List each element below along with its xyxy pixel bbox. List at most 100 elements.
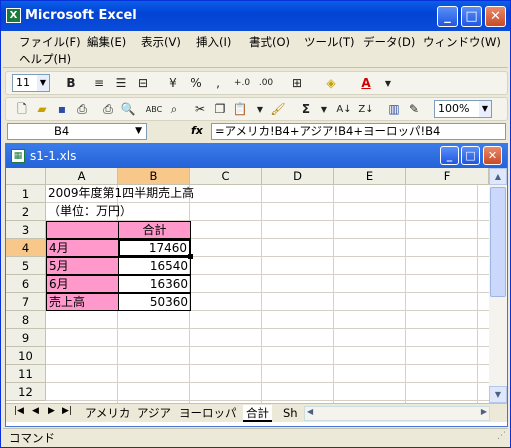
- formula-input[interactable]: =アメリカ!B4+アジア!B4+ヨーロッパ!B4: [211, 123, 506, 140]
- minimize-button[interactable]: _: [437, 6, 458, 27]
- row-header-5[interactable]: 5: [6, 257, 46, 275]
- maximize-button[interactable]: □: [461, 6, 482, 27]
- chart-wizard-icon[interactable]: ▥: [384, 100, 404, 119]
- cell-a1[interactable]: 2009年度第1四半期売上高: [46, 185, 306, 203]
- col-header-a[interactable]: A: [46, 168, 118, 185]
- drawing-icon[interactable]: ✎: [404, 100, 424, 119]
- menu-view[interactable]: 表示(V): [141, 34, 181, 50]
- col-header-e[interactable]: E: [334, 168, 406, 185]
- sheet-tab-sh[interactable]: Sh: [280, 405, 301, 422]
- menu-format[interactable]: 書式(O): [249, 34, 290, 50]
- row-header-8[interactable]: 8: [6, 311, 46, 329]
- row-header-1[interactable]: 1: [6, 185, 46, 203]
- row-header-7[interactable]: 7: [6, 293, 46, 311]
- cell-a6[interactable]: 6月: [46, 275, 119, 293]
- select-all-corner[interactable]: [6, 168, 46, 185]
- cell-a7[interactable]: 売上高: [46, 293, 119, 311]
- row-header-9[interactable]: 9: [6, 329, 46, 347]
- cell-b4[interactable]: 17460: [118, 239, 191, 257]
- close-button[interactable]: ✕: [485, 6, 506, 27]
- paste-dropdown-icon[interactable]: ▼: [250, 100, 270, 119]
- last-sheet-icon[interactable]: ▶|: [62, 406, 72, 416]
- scroll-down-icon[interactable]: ▼: [489, 386, 507, 403]
- row-header-10[interactable]: 10: [6, 347, 46, 365]
- cell-a4[interactable]: 4月: [46, 239, 119, 257]
- permission-icon[interactable]: ⎙: [72, 100, 92, 119]
- row-header-3[interactable]: 3: [6, 221, 46, 239]
- research-icon[interactable]: ⌕: [164, 100, 184, 119]
- sheet-tab-america[interactable]: アメリカ: [82, 405, 133, 422]
- cut-icon[interactable]: ✂: [190, 100, 210, 119]
- scroll-up-icon[interactable]: ▲: [489, 168, 507, 185]
- comma-button[interactable]: ,: [208, 74, 228, 93]
- save-icon[interactable]: ▪: [52, 100, 72, 119]
- font-color-icon[interactable]: A: [356, 74, 376, 93]
- font-size-select[interactable]: 11 ▼: [12, 74, 50, 92]
- cell-b7[interactable]: 50360: [118, 293, 191, 311]
- spelling-icon[interactable]: ABC: [144, 100, 164, 119]
- format-painter-icon[interactable]: 🖌: [268, 100, 288, 119]
- cell-a2[interactable]: （単位：万円）: [46, 203, 246, 221]
- zoom-select[interactable]: 100% ▼: [434, 100, 492, 118]
- menu-tools[interactable]: ツール(T): [304, 34, 355, 50]
- sheet-tab-asia[interactable]: アジア: [134, 405, 174, 422]
- row-header-11[interactable]: 11: [6, 365, 46, 383]
- autosum-dropdown-icon[interactable]: ▼: [314, 100, 334, 119]
- open-icon[interactable]: ▰: [32, 100, 52, 119]
- cell-a3[interactable]: [46, 221, 119, 239]
- new-icon[interactable]: 🗋: [12, 100, 32, 119]
- percent-button[interactable]: %: [186, 74, 206, 93]
- menu-window[interactable]: ウィンドウ(W): [423, 34, 501, 50]
- cell-b5[interactable]: 16540: [118, 257, 191, 275]
- scroll-right-icon[interactable]: ▶: [481, 407, 487, 416]
- borders-icon[interactable]: ⊞: [287, 74, 307, 93]
- resize-grip-icon[interactable]: ⋰: [497, 427, 506, 445]
- copy-icon[interactable]: ❐: [210, 100, 230, 119]
- row-header-12[interactable]: 12: [6, 383, 46, 401]
- menu-file[interactable]: ファイル(F): [19, 34, 81, 50]
- autosum-button[interactable]: Σ: [296, 100, 316, 119]
- vertical-scrollbar[interactable]: ▲ ▼: [489, 168, 507, 403]
- bold-button[interactable]: B: [61, 74, 81, 93]
- scroll-thumb[interactable]: [490, 187, 506, 297]
- align-center-icon[interactable]: ☰: [111, 74, 131, 93]
- workbook-close-button[interactable]: ✕: [483, 146, 502, 165]
- sheet-tab-europe[interactable]: ヨーロッパ: [176, 405, 240, 422]
- col-header-d[interactable]: D: [262, 168, 334, 185]
- row-header-2[interactable]: 2: [6, 203, 46, 221]
- function-icon[interactable]: fx: [191, 124, 203, 137]
- col-header-f[interactable]: F: [406, 168, 489, 185]
- cell-b3[interactable]: 合計: [118, 221, 191, 239]
- horizontal-scrollbar[interactable]: ◀ ▶: [304, 406, 490, 421]
- scroll-left-icon[interactable]: ◀: [307, 407, 313, 416]
- paste-icon[interactable]: 📋: [230, 100, 250, 119]
- sheet-tab-total[interactable]: 合計: [243, 405, 272, 422]
- workbook-minimize-button[interactable]: _: [440, 146, 459, 165]
- menu-data[interactable]: データ(D): [363, 34, 415, 50]
- prev-sheet-icon[interactable]: ◀: [32, 406, 39, 416]
- first-sheet-icon[interactable]: |◀: [14, 406, 24, 416]
- increase-decimal-button[interactable]: +.0: [232, 74, 252, 93]
- name-box[interactable]: B4 ▼: [7, 123, 147, 140]
- next-sheet-icon[interactable]: ▶: [48, 406, 55, 416]
- sort-ascending-icon[interactable]: A↓: [334, 100, 354, 119]
- menu-insert[interactable]: 挿入(I): [196, 34, 231, 50]
- row-header-6[interactable]: 6: [6, 275, 46, 293]
- menu-help[interactable]: ヘルプ(H): [19, 51, 71, 67]
- cell-a5[interactable]: 5月: [46, 257, 119, 275]
- workbook-maximize-button[interactable]: □: [461, 146, 480, 165]
- menu-edit[interactable]: 編集(E): [87, 34, 126, 50]
- font-color-dropdown-icon[interactable]: ▼: [378, 74, 398, 93]
- fill-handle[interactable]: [188, 254, 193, 259]
- sort-descending-icon[interactable]: Z↓: [356, 100, 376, 119]
- fill-color-icon[interactable]: ◈: [321, 74, 341, 93]
- col-header-b[interactable]: B: [118, 168, 190, 185]
- align-left-icon[interactable]: ≡: [89, 74, 109, 93]
- print-icon[interactable]: ⎙: [98, 100, 118, 119]
- currency-icon[interactable]: ¥: [163, 74, 183, 93]
- row-header-4[interactable]: 4: [6, 239, 46, 257]
- print-preview-icon[interactable]: 🔍: [118, 100, 138, 119]
- decrease-decimal-button[interactable]: .00: [256, 74, 276, 93]
- cell-b6[interactable]: 16360: [118, 275, 191, 293]
- col-header-c[interactable]: C: [190, 168, 262, 185]
